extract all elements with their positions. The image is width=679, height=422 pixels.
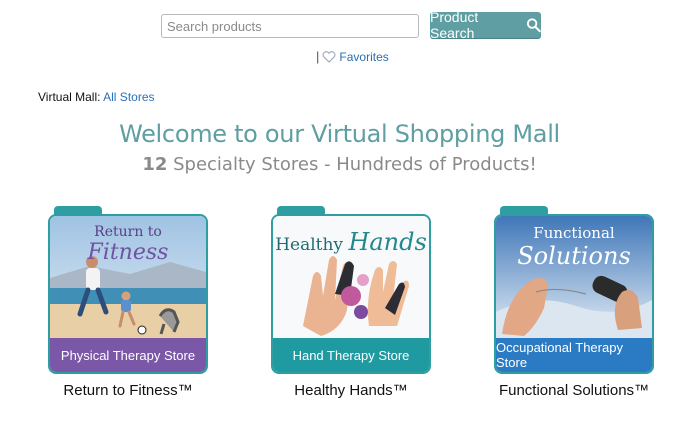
store-art-title-line1: Healthy bbox=[275, 235, 344, 255]
favorites-label: Favorites bbox=[339, 49, 389, 64]
store-art-title: Healthy Hands bbox=[273, 228, 429, 256]
favorites-link[interactable]: Favorites bbox=[322, 49, 389, 64]
page-title: Welcome to our Virtual Shopping Mall bbox=[119, 120, 560, 148]
product-search-button[interactable]: Product Search bbox=[430, 9, 541, 41]
store-count: 12 bbox=[142, 154, 168, 175]
breadcrumb: Virtual Mall: All Stores bbox=[38, 90, 155, 104]
search-input[interactable] bbox=[161, 14, 419, 38]
search-bar bbox=[161, 14, 419, 38]
store-art-title-line1: Return to bbox=[94, 224, 162, 240]
product-search-label: Product Search bbox=[430, 9, 479, 41]
store-art-title-line2: Solutions bbox=[517, 242, 631, 270]
store-band-occupational-therapy: Occupational Therapy Store bbox=[496, 338, 652, 372]
store-caption-return-to-fitness[interactable]: Return to Fitness™ bbox=[28, 382, 228, 399]
store-art-title-line1: Functional bbox=[533, 224, 615, 242]
store-image-return-to-fitness[interactable]: Return to Fitness Physical Therapy Store bbox=[48, 214, 208, 374]
store-image-healthy-hands[interactable]: Healthy Hands Hand Therapy Store bbox=[271, 214, 431, 374]
heart-icon bbox=[322, 50, 336, 63]
store-caption-functional-solutions[interactable]: Functional Solutions™ bbox=[474, 382, 674, 399]
store-caption-healthy-hands[interactable]: Healthy Hands™ bbox=[251, 382, 451, 399]
store-band-hand-therapy: Hand Therapy Store bbox=[273, 338, 429, 372]
page-subtitle: 12 Specialty Stores - Hundreds of Produc… bbox=[0, 154, 679, 175]
store-art-title-line2: Fitness bbox=[87, 240, 169, 265]
breadcrumb-prefix: Virtual Mall: bbox=[38, 90, 101, 104]
subtitle-text: Specialty Stores - Hundreds of Products! bbox=[167, 154, 537, 175]
store-art-title-line2: Hands bbox=[348, 228, 427, 256]
breadcrumb-all-stores-link[interactable]: All Stores bbox=[103, 90, 154, 104]
favorites-separator: | bbox=[316, 49, 320, 64]
store-band-physical-therapy: Physical Therapy Store bbox=[50, 338, 206, 372]
store-image-functional-solutions[interactable]: Functional Solutions Occupational Therap… bbox=[494, 214, 654, 374]
search-icon bbox=[526, 18, 541, 33]
favorites-row: | Favorites bbox=[316, 49, 389, 64]
